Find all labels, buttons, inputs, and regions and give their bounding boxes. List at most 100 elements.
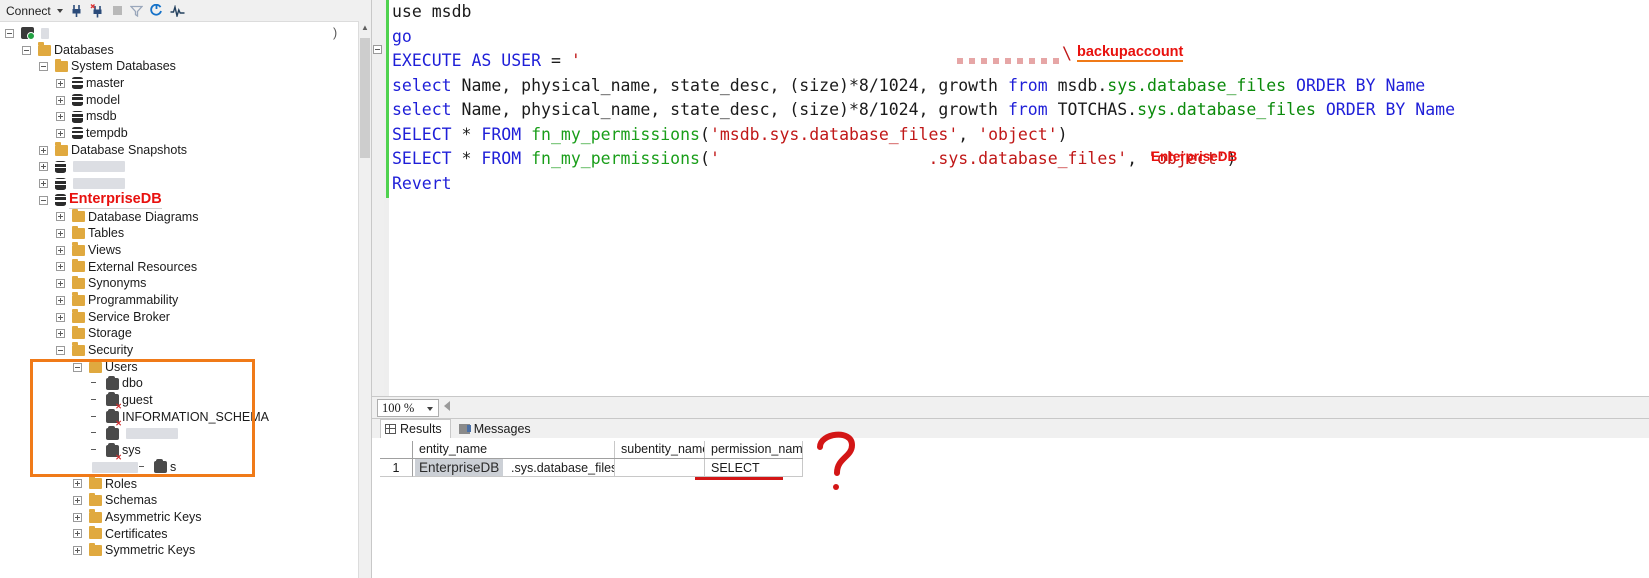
- code-line-8[interactable]: Revert: [392, 172, 452, 197]
- expand-icon[interactable]: [56, 128, 65, 138]
- expand-icon[interactable]: [56, 262, 65, 272]
- refresh-icon[interactable]: [149, 2, 163, 19]
- collapse-icon[interactable]: [56, 345, 65, 355]
- database-icon: [55, 194, 66, 207]
- expand-icon[interactable]: [56, 279, 65, 289]
- sql-editor-pane[interactable]: use msdb go EXECUTE AS USER = ' select Name…: [372, 0, 1649, 396]
- tree-item-information-schema[interactable]: INFORMATION_SCHEMA: [0, 409, 359, 428]
- tree-item-programmability[interactable]: Programmability: [0, 292, 359, 309]
- tree-item-certificates[interactable]: Certificates: [0, 525, 359, 543]
- collapse-icon[interactable]: [22, 45, 31, 55]
- expand-icon[interactable]: [56, 312, 65, 322]
- activity-monitor-icon[interactable]: [170, 2, 185, 19]
- row-number-cell[interactable]: 1: [380, 459, 413, 477]
- scrollbar-thumb[interactable]: [360, 38, 370, 158]
- tree-item-guest[interactable]: guest: [0, 392, 359, 411]
- expand-icon[interactable]: [73, 479, 82, 489]
- expand-icon[interactable]: [56, 95, 65, 105]
- tree-item-databases[interactable]: Databases: [0, 42, 359, 59]
- tree-item-label: Service Broker: [88, 309, 170, 324]
- code-line-7[interactable]: SELECT * FROM fn_my_permissions(' .sys.d…: [392, 147, 1236, 172]
- scroll-up-arrow-icon[interactable]: ▲: [359, 21, 371, 35]
- connect-icon[interactable]: [70, 2, 83, 19]
- expand-icon[interactable]: [39, 145, 48, 155]
- tree-item-redacted[interactable]: [0, 425, 359, 443]
- collapse-icon[interactable]: [39, 195, 48, 205]
- tree-item-redacted[interactable]: [0, 175, 359, 192]
- tree-item-master[interactable]: master: [0, 75, 359, 92]
- horizontal-scroll-left-arrow-icon[interactable]: [444, 401, 450, 411]
- expand-icon[interactable]: [56, 229, 65, 239]
- code-line-6[interactable]: SELECT * FROM fn_my_permissions('msdb.sy…: [392, 123, 1068, 148]
- results-grid[interactable]: entity_name subentity_name permission_na…: [380, 441, 803, 477]
- tree-item-asymmetric-keys[interactable]: Asymmetric Keys: [0, 509, 359, 526]
- expand-icon[interactable]: [73, 512, 82, 522]
- expand-icon[interactable]: [56, 245, 65, 255]
- table-row[interactable]: 1 EnterpriseDB .sys.database_files SELEC…: [380, 459, 803, 477]
- tree-item-label: Synonyms: [88, 276, 147, 291]
- tree-item-service-broker[interactable]: Service Broker: [0, 309, 359, 326]
- tree-item-views[interactable]: Views: [0, 242, 359, 259]
- code-line-4[interactable]: select Name, physical_name, state_desc, …: [392, 74, 1425, 99]
- chevron-down-icon[interactable]: [427, 407, 433, 411]
- tree-item-enterprisedb[interactable]: EnterpriseDB: [0, 191, 359, 210]
- tree-item-sys[interactable]: sys: [0, 442, 359, 462]
- collapse-icon[interactable]: [39, 62, 48, 72]
- code-line-5[interactable]: select Name, physical_name, state_desc, …: [392, 98, 1455, 123]
- tree-item-security[interactable]: Security: [0, 342, 359, 359]
- expand-icon[interactable]: [56, 295, 65, 305]
- tree-item-database-snapshots[interactable]: Database Snapshots: [0, 142, 359, 159]
- disconnect-icon[interactable]: [90, 2, 105, 19]
- results-tabstrip[interactable]: Results Messages: [372, 419, 1649, 438]
- tab-messages[interactable]: Messages: [455, 419, 539, 438]
- zoom-level-combobox[interactable]: 100 %: [377, 399, 439, 417]
- outline-collapse-icon[interactable]: [373, 45, 382, 54]
- tree-item-dbo[interactable]: dbo: [0, 375, 359, 392]
- folder-icon: [89, 525, 102, 540]
- connect-button[interactable]: Connect: [4, 2, 63, 19]
- code-line-1[interactable]: use msdb: [392, 0, 472, 25]
- code-token: TOTCHAS: [1057, 100, 1128, 119]
- tree-item-synonyms[interactable]: Synonyms: [0, 275, 359, 292]
- column-header-entity-name[interactable]: entity_name: [413, 441, 615, 458]
- filter-icon[interactable]: [129, 2, 143, 19]
- tree-item-tempdb[interactable]: tempdb: [0, 125, 359, 142]
- expand-icon[interactable]: [56, 212, 65, 222]
- tree-item-redacted[interactable]: [0, 25, 359, 42]
- tree-item-redacted[interactable]: [0, 159, 359, 176]
- tree-item-users[interactable]: Users: [0, 359, 359, 376]
- expand-icon[interactable]: [73, 546, 82, 556]
- tree-item-model[interactable]: model: [0, 92, 359, 109]
- object-explorer-tree[interactable]: Databases System Databases master model msdb…: [0, 21, 359, 578]
- tree-item-label: Certificates: [105, 526, 168, 541]
- expand-icon[interactable]: [39, 179, 48, 189]
- tab-results[interactable]: Results: [380, 419, 451, 438]
- expand-icon[interactable]: [56, 329, 65, 339]
- tree-item-database-diagrams[interactable]: Database Diagrams: [0, 208, 359, 226]
- tree-item-schemas[interactable]: Schemas: [0, 492, 359, 509]
- cell-subentity-name[interactable]: [615, 459, 705, 477]
- tree-item-msdb[interactable]: msdb: [0, 108, 359, 125]
- code-token: 'msdb.sys.database_files': [709, 124, 959, 144]
- expand-icon[interactable]: [39, 162, 48, 172]
- tree-item-symmetric-keys[interactable]: Symmetric Keys: [0, 542, 359, 559]
- expand-icon[interactable]: [56, 78, 65, 88]
- code-line-3[interactable]: EXECUTE AS USER = ': [392, 49, 581, 74]
- collapse-icon[interactable]: [5, 28, 14, 38]
- column-header-subentity-name[interactable]: subentity_name: [615, 441, 705, 458]
- tree-item-tables[interactable]: Tables: [0, 225, 359, 242]
- tree-item-storage[interactable]: Storage: [0, 325, 359, 342]
- expand-icon[interactable]: [73, 496, 82, 506]
- editor-selection-margin: [372, 0, 384, 396]
- tree-item-external-resources[interactable]: External Resources: [0, 258, 359, 276]
- cell-entity-name[interactable]: EnterpriseDB .sys.database_files: [413, 459, 615, 477]
- tree-item-system-databases[interactable]: System Databases: [0, 58, 359, 75]
- code-line-2[interactable]: go: [392, 25, 412, 50]
- expand-icon[interactable]: [56, 112, 65, 122]
- cell-permission-name[interactable]: SELECT: [705, 459, 803, 477]
- column-header-permission-name[interactable]: permission_name: [705, 441, 803, 458]
- tree-item-s[interactable]: s: [0, 459, 359, 476]
- tree-item-roles[interactable]: Roles: [0, 475, 359, 493]
- expand-icon[interactable]: [73, 529, 82, 539]
- collapse-icon[interactable]: [73, 362, 82, 372]
